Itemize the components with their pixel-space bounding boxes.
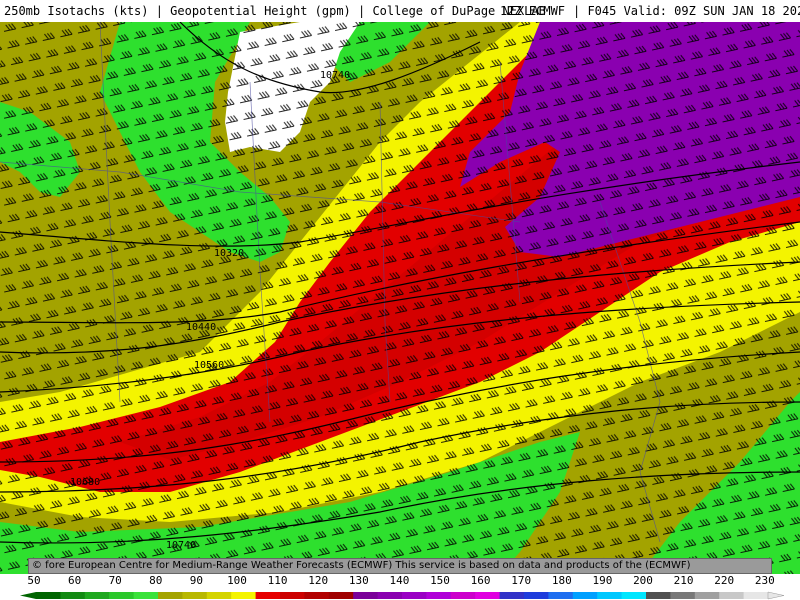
scale-tick-labels: 50 60 70 80 90 100 110 120 130 140 150 160 170 180 190… bbox=[0, 574, 800, 588]
contour-label: 10740 bbox=[166, 540, 196, 551]
color-bar-segment bbox=[36, 592, 61, 599]
color-bar-segment bbox=[475, 592, 501, 599]
scale-tick-label: 80 bbox=[149, 574, 163, 587]
isotach-scale: 50 60 70 80 90 100 110 120 130 140 150 160 170 180 190… bbox=[0, 574, 800, 600]
scale-tick-label: 60 bbox=[67, 574, 82, 587]
color-bar-segment bbox=[499, 592, 525, 599]
wind-barbs bbox=[0, 22, 800, 574]
color-bar-segment bbox=[621, 592, 647, 599]
color-bar-segment bbox=[182, 592, 208, 599]
scale-right-arrow bbox=[767, 591, 785, 600]
map-header: 250mb Isotachs (kts) | Geopotential Heig… bbox=[0, 0, 800, 22]
contour-label: 10680 bbox=[70, 477, 100, 488]
scale-tick-label: 150 bbox=[430, 574, 450, 587]
color-bar-segment bbox=[84, 592, 110, 599]
color-bar-segment bbox=[548, 592, 574, 599]
scale-tick-label: 200 bbox=[633, 574, 653, 587]
scale-tick-label: 120 bbox=[308, 574, 329, 587]
scale-tick-label: 190 bbox=[592, 574, 613, 587]
scale-tick-label: 110 bbox=[267, 574, 288, 587]
scale-tick-label: 170 bbox=[511, 574, 532, 587]
contour-label: 10440 bbox=[186, 322, 216, 333]
model-run: 12Z ECMWF bbox=[500, 4, 566, 18]
color-bar-segment bbox=[572, 592, 598, 599]
color-bar-segment bbox=[694, 592, 720, 599]
scale-tick-label: 90 bbox=[189, 574, 204, 587]
color-bar-segment bbox=[231, 592, 257, 599]
color-bar bbox=[20, 591, 785, 600]
wind-map: 10740 10320 10440 10560 10680 10740 bbox=[0, 22, 800, 574]
color-bar-segment bbox=[597, 592, 623, 599]
color-bar-segment bbox=[60, 592, 86, 599]
scale-tick-label: 210 bbox=[673, 574, 694, 587]
contour-label: 10740 bbox=[320, 70, 350, 81]
scale-tick-label: 100 bbox=[227, 574, 247, 587]
scale-tick-label: 180 bbox=[551, 574, 572, 587]
scale-tick-label: 160 bbox=[470, 574, 491, 587]
color-bar-segment bbox=[133, 592, 159, 599]
color-bar-segment bbox=[524, 592, 549, 599]
valid-time: | F045 Valid: 09Z SUN JAN 18 2026 bbox=[573, 4, 800, 18]
scale-tick-label: 220 bbox=[714, 574, 735, 587]
ecmwf-credit: © fore European Centre for Medium-Range … bbox=[28, 558, 772, 574]
product-title: 250mb Isotachs (kts) | Geopotential Heig… bbox=[4, 4, 546, 18]
color-bar-segment bbox=[206, 592, 232, 599]
color-bar-segment bbox=[158, 592, 183, 599]
contour-label: 10320 bbox=[214, 248, 244, 259]
color-bar-segment bbox=[719, 592, 745, 599]
scale-tick-label: 50 bbox=[27, 574, 41, 587]
scale-tick-label: 140 bbox=[389, 574, 410, 587]
color-bar-segment bbox=[426, 592, 452, 599]
scale-left-arrow bbox=[20, 592, 36, 599]
color-bar-segment bbox=[255, 592, 281, 599]
scale-tick-label: 70 bbox=[108, 574, 122, 587]
color-bar-segment bbox=[743, 592, 769, 599]
contour-label: 10560 bbox=[194, 360, 224, 371]
scale-tick-label: 230 bbox=[754, 574, 775, 587]
color-bar-segment bbox=[377, 592, 403, 599]
color-bar-segment bbox=[304, 592, 330, 599]
color-bar-segment bbox=[670, 592, 696, 599]
color-bar-segment bbox=[280, 592, 305, 599]
color-bar-segment bbox=[328, 592, 354, 599]
color-bar-segment bbox=[646, 592, 671, 599]
color-bar-segment bbox=[402, 592, 427, 599]
scale-tick-label: 130 bbox=[348, 574, 369, 587]
color-bar-segment bbox=[109, 592, 135, 599]
color-bar-segment bbox=[353, 592, 379, 599]
color-bar-segment bbox=[450, 592, 476, 599]
